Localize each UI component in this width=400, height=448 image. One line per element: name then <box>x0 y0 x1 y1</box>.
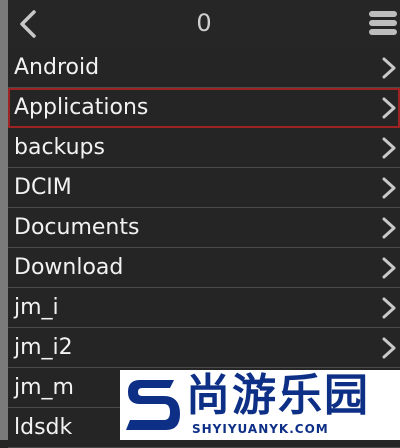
chevron-right-icon <box>382 177 396 199</box>
list-item[interactable]: Download <box>8 248 400 288</box>
chevron-right-icon <box>382 297 396 319</box>
list-item-label: ldsdk <box>14 415 73 440</box>
list-item-label: jm_m <box>14 375 74 400</box>
list-item-label: Documents <box>14 215 140 240</box>
watermark-logo: 尚游乐园 SHYIYUANYK.COM <box>120 370 400 440</box>
watermark-text: 尚游乐园 <box>186 370 370 421</box>
list-item[interactable]: Documents <box>8 208 400 248</box>
menu-button[interactable] <box>368 8 398 38</box>
list-item-label: jm_i2 <box>14 335 73 360</box>
watermark-subtext: SHYIYUANYK.COM <box>192 422 329 436</box>
list-item-label: Android <box>14 55 100 80</box>
list-item-label: DCIM <box>14 175 72 200</box>
left-edge-bar <box>0 0 8 440</box>
chevron-right-icon <box>382 217 396 239</box>
chevron-right-icon <box>382 337 396 359</box>
hamburger-menu-icon <box>369 11 397 35</box>
list-item-label: backups <box>14 135 105 160</box>
list-item[interactable]: jm_i2 <box>8 328 400 368</box>
current-path-title: 0 <box>196 9 212 37</box>
chevron-right-icon <box>382 57 396 79</box>
list-item-label: jm_i <box>14 295 59 320</box>
list-item-label: Applications <box>14 95 149 120</box>
chevron-right-icon <box>382 257 396 279</box>
chevron-right-icon <box>382 97 396 119</box>
list-item[interactable]: backups <box>8 128 400 168</box>
toolbar: 0 <box>8 0 400 48</box>
watermark-s-logo <box>126 380 180 430</box>
list-item-label: Download <box>14 255 124 280</box>
list-item[interactable]: jm_i <box>8 288 400 328</box>
list-item[interactable]: Android <box>8 48 400 88</box>
chevron-right-icon <box>382 137 396 159</box>
list-item[interactable]: DCIM <box>8 168 400 208</box>
list-item[interactable]: Applications <box>8 88 400 128</box>
